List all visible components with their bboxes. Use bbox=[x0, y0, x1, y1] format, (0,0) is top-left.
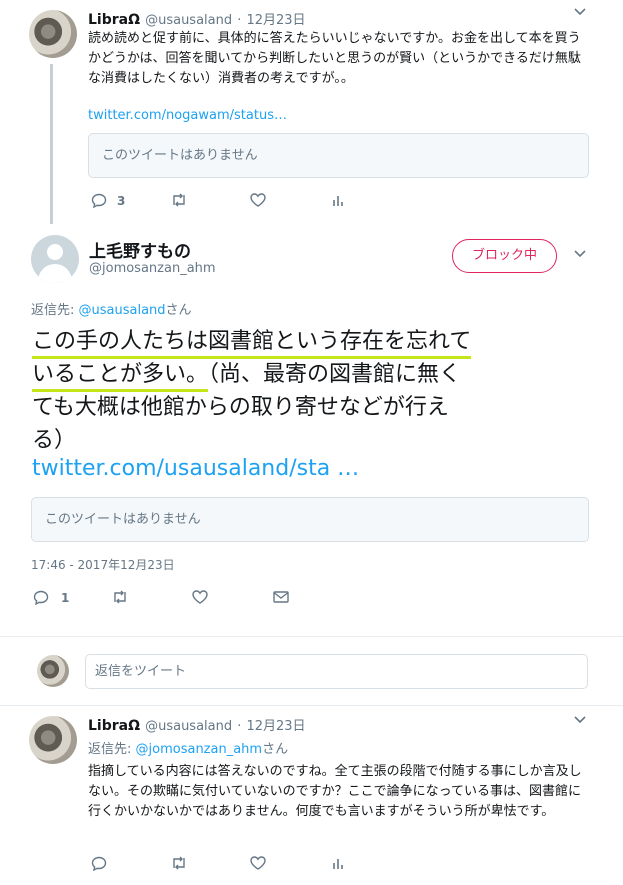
like-icon[interactable] bbox=[250, 856, 266, 870]
handle[interactable]: @usausaland bbox=[145, 13, 232, 28]
retweet-icon[interactable] bbox=[170, 193, 188, 207]
reply-to-suffix: さん bbox=[165, 303, 192, 318]
tweet-text-part: ても大概は他館からの取り寄せなどが行え bbox=[32, 395, 449, 420]
reply-action[interactable]: 1 bbox=[33, 590, 69, 605]
reply-to-handle[interactable]: @usausaland bbox=[79, 303, 166, 318]
analytics-icon[interactable] bbox=[332, 193, 344, 207]
reply-to: 返信先: @jomosanzan_ahmさん bbox=[88, 738, 288, 757]
divider bbox=[0, 705, 623, 706]
reply-to: 返信先: @usausalandさん bbox=[31, 299, 192, 318]
blocked-button[interactable]: ブロック中 bbox=[452, 239, 557, 273]
tweet-text-part: る） bbox=[32, 428, 77, 453]
tweet-text: 指摘している内容には答えないのですね。全て主張の段階で付随する事にしか言及しない… bbox=[88, 764, 582, 819]
reply-icon bbox=[91, 193, 107, 208]
retweet-icon[interactable] bbox=[170, 856, 188, 870]
reply-to-suffix: さん bbox=[262, 742, 289, 757]
tweet-text-part: （尚、最寄の図書館に無く bbox=[208, 362, 462, 387]
chevron-down-icon[interactable] bbox=[574, 8, 586, 16]
reply-compose-input[interactable]: 返信をツイート bbox=[85, 654, 588, 689]
tweet-text: この手の人たちは図書館という存在を忘れて いることが多い。（尚、最寄の図書館に無… bbox=[32, 325, 592, 457]
analytics-icon[interactable] bbox=[332, 856, 344, 870]
quoted-tweet-unavailable[interactable]: このツイートはありません bbox=[88, 133, 589, 178]
highlighted-text: いることが多い。 bbox=[32, 362, 209, 392]
reply-to-prefix: 返信先: bbox=[31, 303, 79, 318]
tweet-header: LibraΩ @usausaland · 12月23日 bbox=[88, 715, 306, 734]
display-name[interactable]: LibraΩ bbox=[88, 12, 140, 28]
tweet-link[interactable]: twitter.com/nogawam/status… bbox=[88, 106, 287, 126]
display-name[interactable]: LibraΩ bbox=[88, 718, 140, 734]
highlighted-text: この手の人たちは図書館という存在を忘れて bbox=[32, 329, 472, 359]
like-icon[interactable] bbox=[250, 193, 266, 207]
retweet-icon[interactable] bbox=[111, 590, 129, 604]
reply-count: 1 bbox=[61, 590, 70, 605]
quoted-tweet-unavailable[interactable]: このツイートはありません bbox=[31, 497, 589, 542]
separator: · bbox=[237, 13, 242, 28]
tweet-link[interactable]: twitter.com/usausaland/sta … bbox=[32, 456, 359, 481]
divider bbox=[0, 636, 623, 637]
handle[interactable]: @jomosanzan_ahm bbox=[89, 261, 216, 276]
avatar[interactable] bbox=[31, 235, 79, 283]
tweet-date[interactable]: 12月23日 bbox=[246, 13, 305, 28]
tweet-header: LibraΩ @usausaland · 12月23日 bbox=[88, 9, 306, 28]
chevron-down-icon[interactable] bbox=[574, 716, 586, 724]
reply-icon[interactable] bbox=[91, 856, 107, 871]
handle[interactable]: @usausaland bbox=[145, 719, 232, 734]
separator: · bbox=[237, 719, 242, 734]
dm-icon[interactable] bbox=[273, 591, 289, 603]
reply-icon bbox=[33, 590, 49, 605]
chevron-down-icon[interactable] bbox=[574, 250, 586, 258]
tweet-text: 読め読めと促す前に、具体的に答えたらいいじゃないですか。お金を出して本を買うかど… bbox=[88, 31, 581, 86]
avatar bbox=[37, 655, 69, 687]
tweet-date[interactable]: 12月23日 bbox=[246, 719, 305, 734]
reply-to-handle[interactable]: @jomosanzan_ahm bbox=[136, 742, 263, 757]
display-name[interactable]: 上毛野すもの bbox=[89, 237, 191, 262]
reply-count: 3 bbox=[117, 193, 126, 208]
tweet-timestamp[interactable]: 17:46 - 2017年12月23日 bbox=[31, 556, 175, 573]
like-icon[interactable] bbox=[192, 590, 208, 604]
thread-line bbox=[50, 64, 53, 224]
avatar[interactable] bbox=[29, 10, 77, 58]
reply-action[interactable]: 3 bbox=[91, 193, 125, 208]
reply-to-prefix: 返信先: bbox=[88, 742, 136, 757]
avatar[interactable] bbox=[29, 716, 77, 764]
